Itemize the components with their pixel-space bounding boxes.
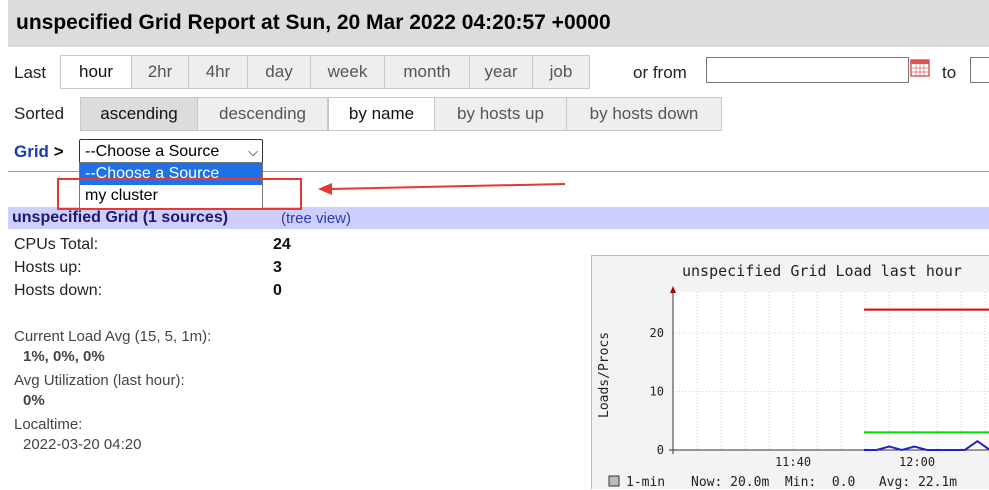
y-tick-label: 0 xyxy=(657,443,664,457)
or-from-label: or from xyxy=(633,63,687,82)
stat-value: 0 xyxy=(273,282,282,299)
stat-label: Hosts down: xyxy=(14,282,103,299)
range-month-button[interactable]: month xyxy=(384,55,470,89)
to-label: to xyxy=(942,63,957,82)
range-2hr-button[interactable]: 2hr xyxy=(131,55,189,89)
localtime-label: Localtime: xyxy=(14,416,83,433)
sort-descending-button[interactable]: descending xyxy=(197,97,328,131)
grid-link[interactable]: Grid xyxy=(14,142,49,161)
utilization-label: Avg Utilization (last hour): xyxy=(14,372,185,389)
load-chart[interactable]: unspecified Grid Load last hour Loads/Pr… xyxy=(591,255,989,490)
sort-order-group: ascending descending xyxy=(80,97,328,131)
sort-by-hosts-down-button[interactable]: by hosts down xyxy=(566,97,722,131)
range-hour-button[interactable]: hour xyxy=(60,55,132,89)
range-week-button[interactable]: week xyxy=(310,55,385,89)
chevron-down-icon: ⌵ xyxy=(248,144,258,159)
calendar-icon[interactable] xyxy=(910,58,930,83)
page-title: unspecified Grid Report at Sun, 20 Mar 2… xyxy=(16,11,611,34)
localtime-value: 2022-03-20 04:20 xyxy=(23,436,142,453)
legend-series-label: 1-min xyxy=(626,475,665,490)
tree-view-link[interactable]: (tree view) xyxy=(281,210,351,227)
title-bar: unspecified Grid Report at Sun, 20 Mar 2… xyxy=(8,0,989,47)
legend-stats: Now: 20.0m Min: 0.0 Avg: 22.1m xyxy=(691,475,957,490)
y-tick-label: 10 xyxy=(650,384,664,398)
x-tick-label: 11:40 xyxy=(775,455,811,469)
y-axis-label: Loads/Procs xyxy=(597,332,612,418)
section-header: unspecified Grid (1 sources) (tree view) xyxy=(8,207,989,229)
annotation-box xyxy=(57,178,302,210)
range-4hr-button[interactable]: 4hr xyxy=(188,55,248,89)
annotation-arrow xyxy=(318,183,566,195)
chart-title: unspecified Grid Load last hour xyxy=(682,262,962,280)
stat-label: CPUs Total: xyxy=(14,236,99,253)
range-label: Last xyxy=(14,63,47,82)
sorted-label: Sorted xyxy=(14,104,65,123)
breadcrumb: Grid > xyxy=(14,142,64,162)
y-tick-label: 20 xyxy=(650,326,664,340)
utilization-value: 0% xyxy=(23,392,45,409)
range-year-button[interactable]: year xyxy=(469,55,533,89)
to-date-input[interactable] xyxy=(970,57,989,83)
load-label: Current Load Avg (15, 5, 1m): xyxy=(14,328,212,345)
source-select-value: --Choose a Source xyxy=(85,143,220,160)
section-title: unspecified Grid (1 sources) xyxy=(12,209,229,226)
range-day-button[interactable]: day xyxy=(247,55,311,89)
range-button-group: hour 2hr 4hr day week month year job xyxy=(60,55,590,89)
sort-by-name-button[interactable]: by name xyxy=(328,97,435,131)
stat-value: 24 xyxy=(273,236,291,253)
breadcrumb-separator: > xyxy=(53,142,64,161)
stat-label: Hosts up: xyxy=(14,259,82,276)
load-value: 1%, 0%, 0% xyxy=(23,348,105,365)
legend-swatch xyxy=(608,475,620,487)
sort-by-group: by name by hosts up by hosts down xyxy=(328,97,722,131)
stat-value: 3 xyxy=(273,259,282,276)
sort-ascending-button[interactable]: ascending xyxy=(80,97,198,131)
source-select[interactable]: --Choose a Source ⌵ xyxy=(79,139,263,164)
from-date-input[interactable] xyxy=(706,57,909,83)
range-job-button[interactable]: job xyxy=(532,55,590,89)
sort-by-hosts-up-button[interactable]: by hosts up xyxy=(434,97,567,131)
x-tick-label: 12:00 xyxy=(899,455,935,469)
